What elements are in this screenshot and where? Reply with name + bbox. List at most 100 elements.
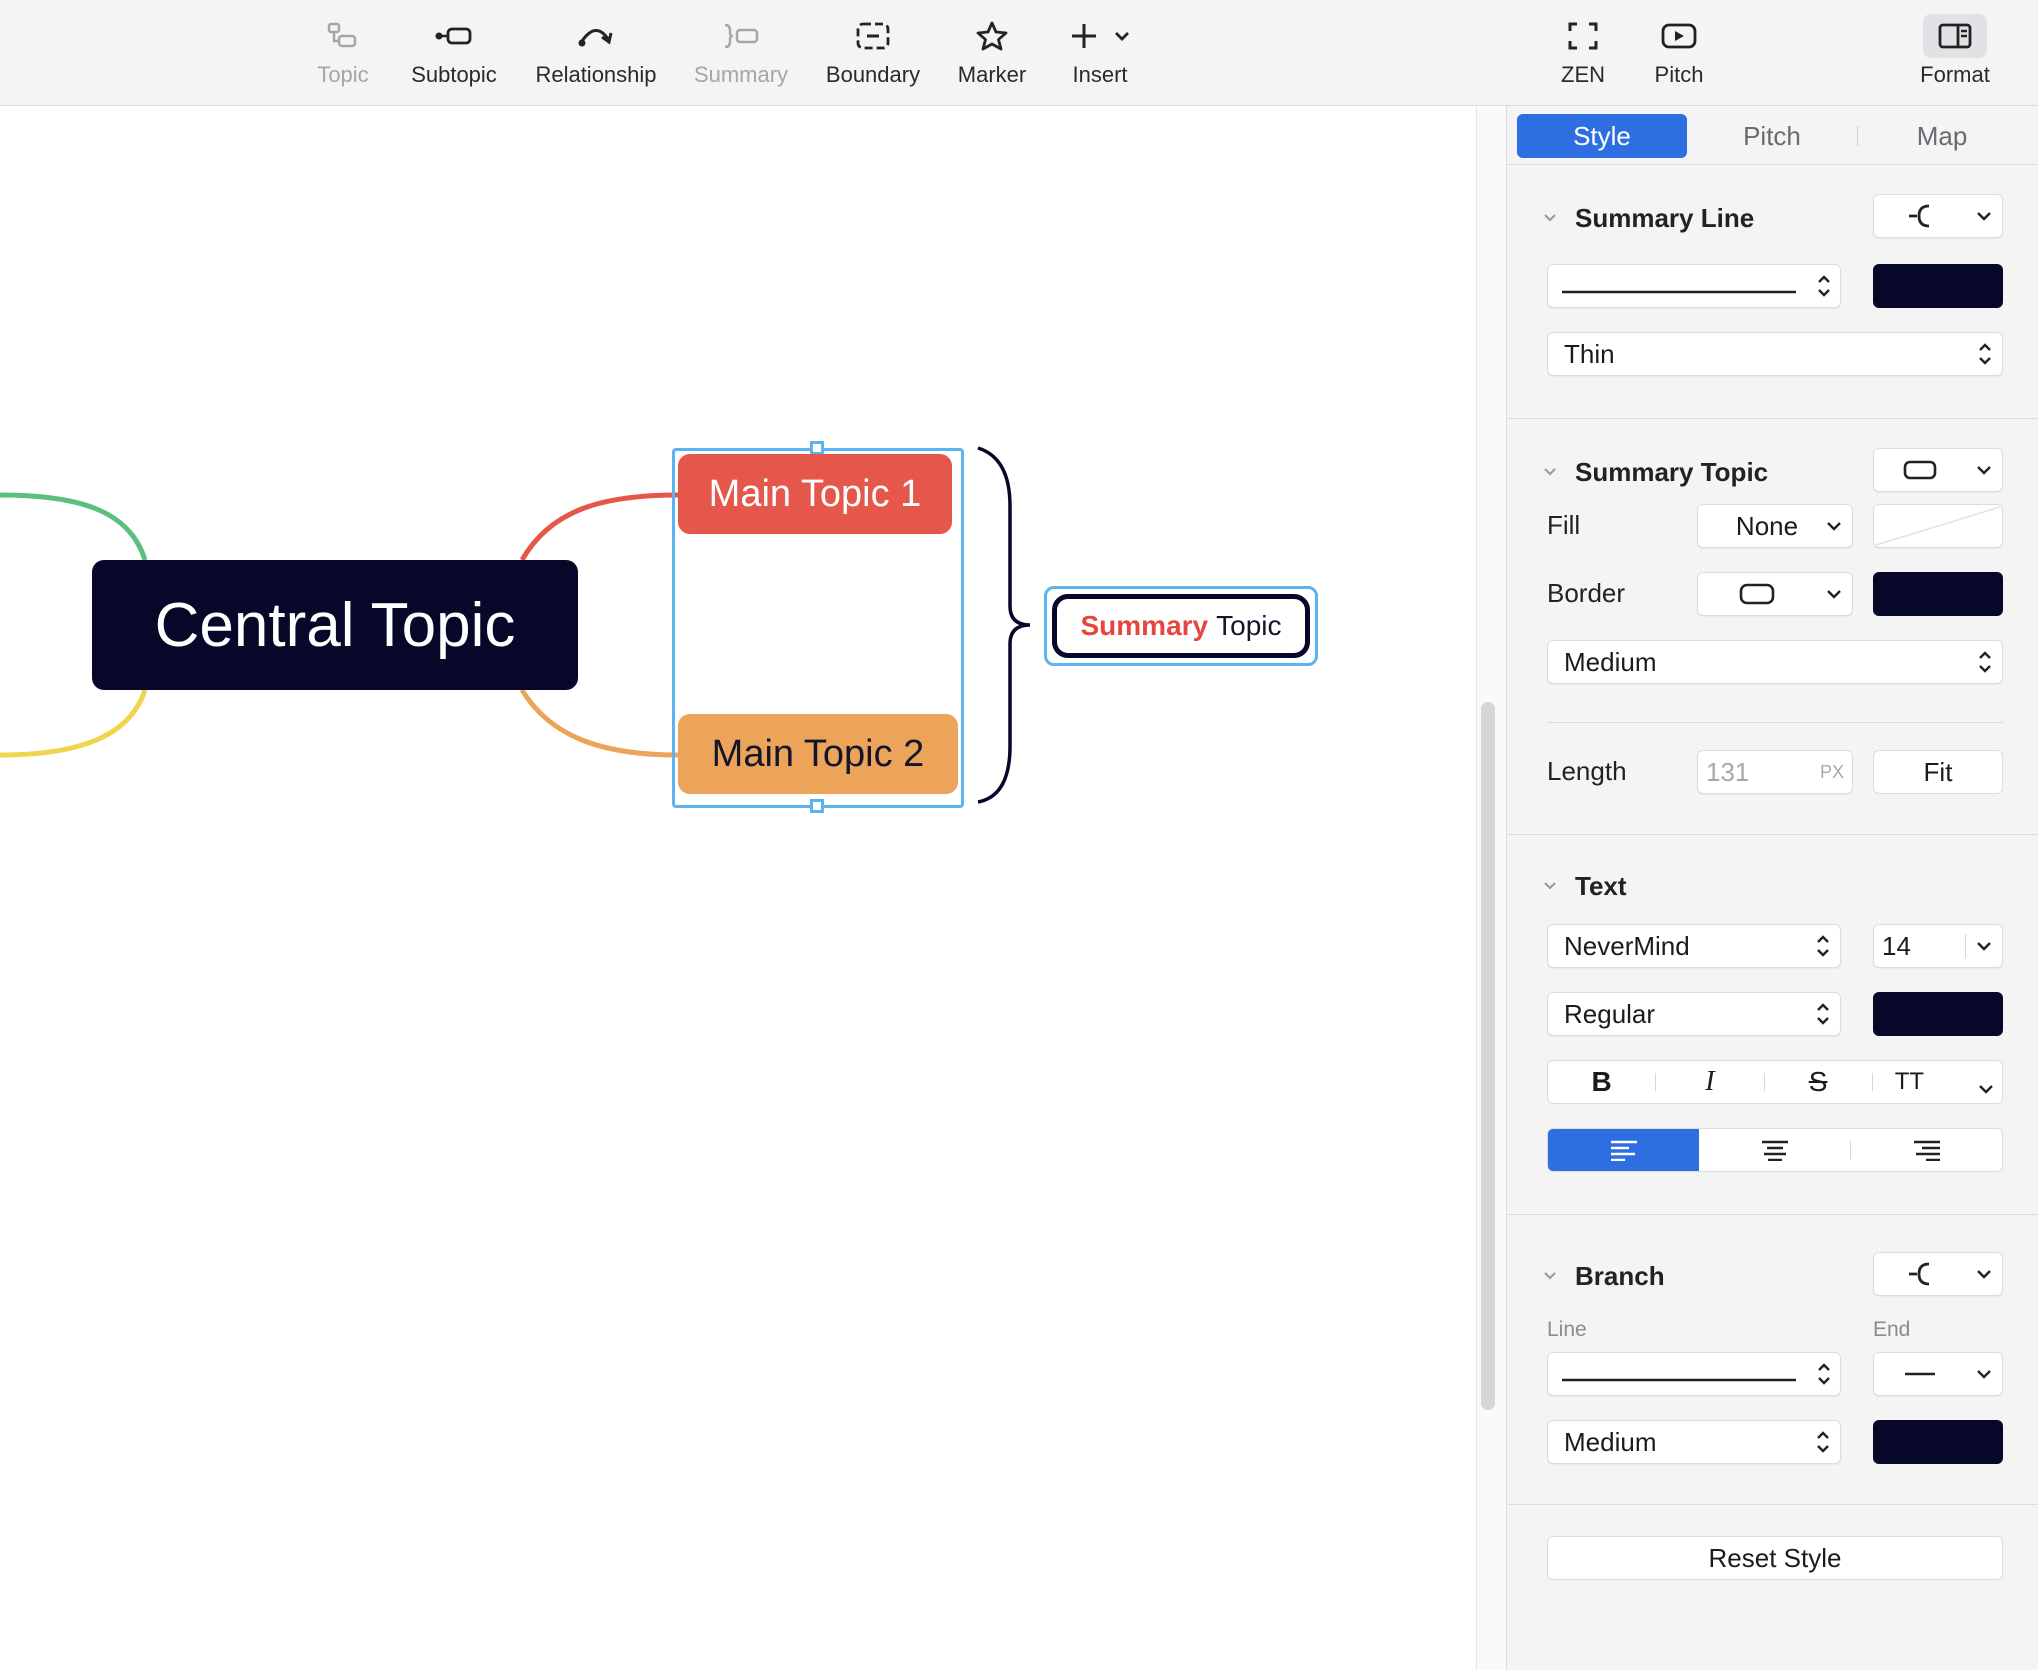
central-topic[interactable]: Central Topic xyxy=(92,560,578,690)
summary-line-color[interactable] xyxy=(1873,264,2003,308)
topic-icon xyxy=(326,14,360,58)
subtopic-button[interactable]: Subtopic xyxy=(404,14,504,98)
length-label: Length xyxy=(1547,756,1627,786)
text-section-title: Text xyxy=(1575,870,1627,901)
canvas-scrollbar-thumb[interactable] xyxy=(1481,702,1495,1410)
branch-line-yellow xyxy=(0,689,148,758)
stepper-icon xyxy=(1808,273,1840,299)
align-left-button[interactable] xyxy=(1548,1129,1699,1171)
tab-pitch[interactable]: Pitch xyxy=(1687,114,1857,158)
no-color-icon xyxy=(1875,506,2001,546)
chevron-down-icon xyxy=(1816,589,1852,599)
summary-topic-word-2: Topic xyxy=(1216,610,1282,641)
font-size-combo[interactable]: 14 xyxy=(1873,924,2003,968)
marker-label: Marker xyxy=(957,62,1027,87)
selection-handle-bottom[interactable] xyxy=(810,799,824,813)
marker-button[interactable]: Marker xyxy=(954,14,1030,98)
align-right-button[interactable] xyxy=(1851,1129,2002,1171)
border-shape-select[interactable] xyxy=(1697,572,1853,616)
insert-button[interactable]: Insert xyxy=(1064,14,1136,98)
branch-line-green xyxy=(0,492,148,561)
branch-width-select[interactable]: Medium xyxy=(1547,1420,1841,1464)
italic-button[interactable]: I xyxy=(1656,1061,1763,1103)
text-case-select[interactable]: TT xyxy=(1873,1061,2002,1103)
panel-divider xyxy=(1507,418,2038,419)
rounded-rect-shape-icon xyxy=(1698,582,1816,606)
summary-line-width-select[interactable]: Thin xyxy=(1547,332,2003,376)
summary-button[interactable]: Summary xyxy=(692,14,790,98)
branch-end-select[interactable] xyxy=(1873,1352,2003,1396)
bracket-shape-icon xyxy=(1874,203,1966,229)
summary-line-style-select[interactable] xyxy=(1547,264,1841,308)
tab-style[interactable]: Style xyxy=(1517,114,1687,158)
fill-label: Fill xyxy=(1547,510,1581,540)
summary-label: Summary xyxy=(693,62,789,87)
chevron-down-icon xyxy=(1966,941,2002,951)
zen-button[interactable]: ZEN xyxy=(1558,14,1608,98)
pitch-button[interactable]: Pitch xyxy=(1650,14,1708,98)
summary-topic-header[interactable]: Summary Topic xyxy=(1543,452,1768,492)
strikethrough-button[interactable]: S xyxy=(1765,1061,1872,1103)
stepper-icon xyxy=(1968,341,2002,367)
main-topic-2[interactable]: Main Topic 2 xyxy=(678,714,958,794)
fill-select[interactable]: None xyxy=(1697,504,1853,548)
font-family-select[interactable]: NeverMind xyxy=(1547,924,1841,968)
summary-line-header[interactable]: Summary Line xyxy=(1543,198,1754,238)
fill-color-swatch-empty[interactable] xyxy=(1873,504,2003,548)
reset-style-button[interactable]: Reset Style xyxy=(1547,1536,2003,1580)
branch-line-style-select[interactable] xyxy=(1547,1352,1841,1396)
summary-icon xyxy=(721,14,761,58)
main-topic-1[interactable]: Main Topic 1 xyxy=(678,454,952,534)
branch-section-header[interactable]: Branch xyxy=(1543,1256,1665,1296)
fit-button[interactable]: Fit xyxy=(1873,750,2003,794)
align-right-icon xyxy=(1913,1140,1940,1161)
summary-line-shape-select[interactable] xyxy=(1873,194,2003,238)
summary-topic-word-1: Summary xyxy=(1080,610,1209,641)
font-weight-select[interactable]: Regular xyxy=(1547,992,1841,1036)
text-color[interactable] xyxy=(1873,992,2003,1036)
chevron-down-icon xyxy=(1966,1269,2002,1279)
branch-end-label: End xyxy=(1873,1318,1911,1341)
selection-handle-top[interactable] xyxy=(810,441,824,455)
chevron-down-icon xyxy=(1543,211,1557,225)
branch-section-title: Branch xyxy=(1575,1260,1665,1291)
align-center-icon xyxy=(1761,1140,1788,1161)
branch-line-topic2 xyxy=(519,688,679,758)
line-style-preview xyxy=(1548,271,1808,302)
branch-shape-select[interactable] xyxy=(1873,1252,2003,1296)
relationship-button[interactable]: Relationship xyxy=(530,14,662,98)
branch-lines xyxy=(0,446,1031,804)
branch-color[interactable] xyxy=(1873,1420,2003,1464)
insert-label: Insert xyxy=(1072,62,1128,87)
format-button[interactable]: Format xyxy=(1912,14,1998,98)
boundary-icon xyxy=(855,14,891,58)
mind-map-canvas[interactable]: Central Topic Main Topic 1 Main Topic 2 … xyxy=(0,106,1476,1670)
fill-value: None xyxy=(1735,510,1799,541)
tab-map[interactable]: Map xyxy=(1857,114,2027,158)
stepper-icon xyxy=(1806,933,1840,959)
panel-divider xyxy=(1507,164,2038,165)
fullscreen-icon xyxy=(1567,14,1599,58)
section-divider xyxy=(1547,722,2003,723)
align-left-icon xyxy=(1610,1140,1637,1161)
summary-topic[interactable]: Summary Topic xyxy=(1052,594,1310,658)
border-color[interactable] xyxy=(1873,572,2003,616)
branch-line-topic1 xyxy=(519,492,679,562)
border-label: Border xyxy=(1547,578,1626,608)
text-section-header[interactable]: Text xyxy=(1543,866,1627,906)
length-input[interactable]: 131 PX xyxy=(1697,750,1853,794)
summary-topic-shape-select[interactable] xyxy=(1873,448,2003,492)
pitch-label: Pitch xyxy=(1654,62,1704,87)
branch-line-label: Line xyxy=(1547,1318,1587,1341)
panel-divider xyxy=(1507,1504,2038,1505)
panel-divider xyxy=(1507,1214,2038,1215)
summary-line-title: Summary Line xyxy=(1575,202,1755,233)
text-align-toggles xyxy=(1547,1128,2003,1172)
boundary-button[interactable]: Boundary xyxy=(822,14,924,98)
topic-button[interactable]: Topic xyxy=(310,14,376,98)
length-value: 131 xyxy=(1706,756,1750,787)
bold-button[interactable]: B xyxy=(1548,1061,1655,1103)
chevron-down-icon xyxy=(1966,465,2002,475)
border-width-select[interactable]: Medium xyxy=(1547,640,2003,684)
align-center-button[interactable] xyxy=(1699,1129,1850,1171)
